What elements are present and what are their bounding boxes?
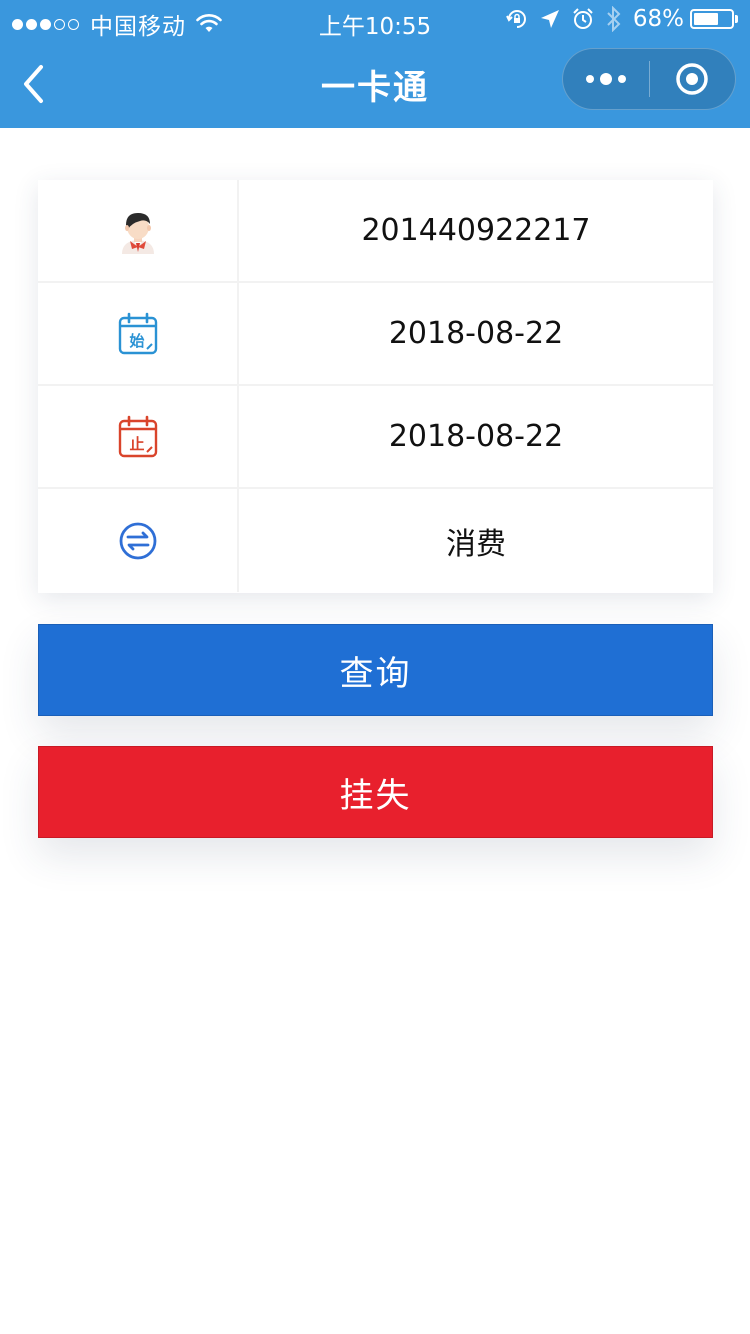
row-icon-cell: 始 [38, 283, 239, 384]
transaction-type-value: 消费 [446, 526, 506, 562]
query-button[interactable]: 查询 [38, 624, 713, 716]
start-date-value: 2018-08-22 [388, 316, 564, 351]
transaction-type-row[interactable]: 消费 [38, 489, 713, 592]
more-button[interactable] [563, 49, 649, 109]
row-icon-cell [38, 489, 239, 592]
target-circle-icon [676, 63, 708, 95]
start-date-row[interactable]: 始 2018-08-22 [38, 283, 713, 386]
status-bar-right: 68% [495, 6, 738, 32]
calendar-end-label: 止 [129, 435, 144, 453]
alarm-clock-icon [573, 8, 593, 29]
battery-icon [690, 9, 734, 29]
battery-tip [735, 15, 738, 23]
calendar-start-icon: 始 [118, 312, 157, 354]
end-date-value: 2018-08-22 [388, 419, 564, 454]
mini-program-capsule [562, 48, 736, 110]
calendar-start-label: 始 [129, 332, 144, 350]
more-dots-icon [583, 73, 629, 85]
report-lost-button[interactable]: 挂失 [38, 746, 713, 838]
student-avatar-icon [121, 212, 154, 254]
top-bar: 中国移动 上午10:55 68% 一卡通 [0, 0, 750, 128]
student-id-value: 201440922217 [361, 213, 591, 248]
exchange-icon [119, 522, 156, 559]
calendar-end-icon: 止 [118, 415, 157, 457]
battery-percentage: 68% [632, 6, 684, 32]
end-date-row[interactable]: 止 2018-08-22 [38, 386, 713, 489]
nav-bar: 一卡通 [0, 40, 750, 128]
row-icon-cell [38, 180, 239, 281]
close-button[interactable] [650, 49, 736, 109]
student-id-row[interactable]: 201440922217 [38, 180, 713, 283]
query-form-card: 201440922217 始 2018-08-22 止 2018-08-22 消… [38, 180, 713, 593]
battery-level-fill [694, 13, 718, 25]
row-icon-cell: 止 [38, 386, 239, 487]
rotation-lock-icon [505, 10, 526, 28]
location-arrow-icon [540, 10, 559, 28]
bluetooth-icon [607, 6, 621, 32]
status-bar: 中国移动 上午10:55 68% [0, 0, 750, 40]
